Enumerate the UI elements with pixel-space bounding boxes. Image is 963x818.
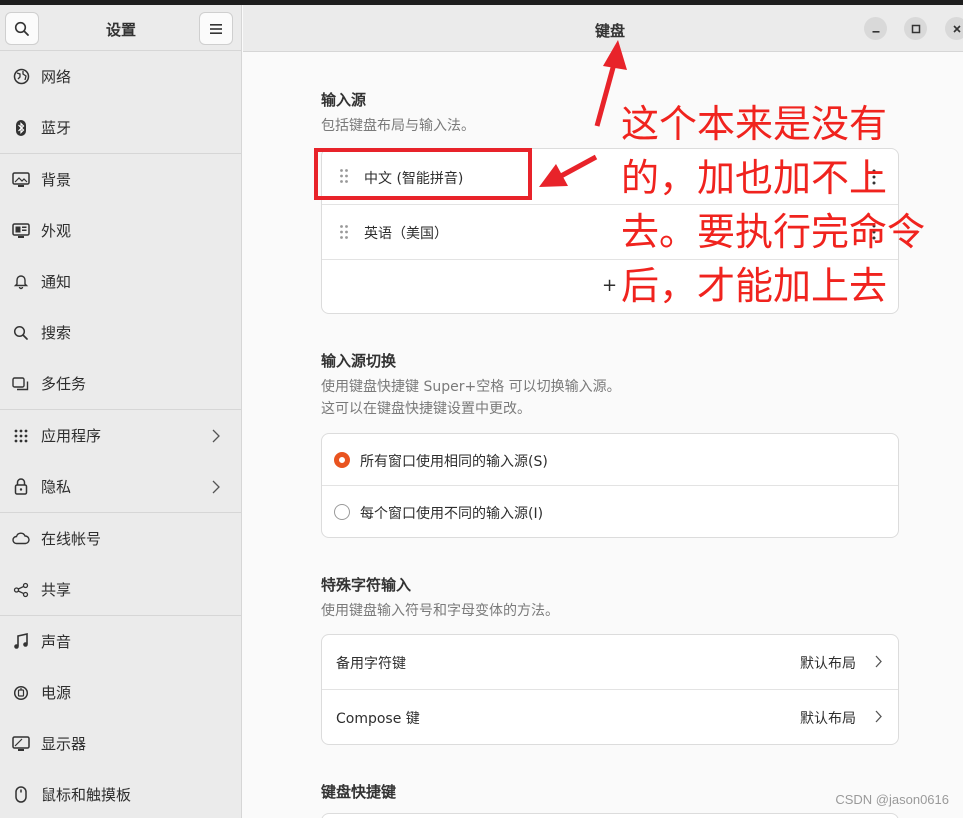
input-source-label: 英语（美国） (364, 226, 448, 242)
watermark: CSDN @jason0616 (835, 792, 949, 807)
sidebar-item-displays[interactable]: 显示器 (0, 718, 241, 769)
row-label: 备用字符键 (336, 656, 406, 672)
close-button[interactable] (945, 17, 963, 40)
sidebar-item-label: 声音 (41, 633, 72, 651)
sidebar-item-search[interactable]: 搜索 (0, 307, 241, 358)
sidebar-item-label: 共享 (41, 581, 72, 599)
display-icon (12, 735, 30, 753)
sidebar-item-multitasking[interactable]: 多任务 (0, 358, 241, 409)
chevron-right-icon (212, 429, 220, 442)
sidebar-item-label: 通知 (41, 273, 72, 291)
sidebar-item-online-accounts[interactable]: 在线帐号 (0, 513, 241, 564)
radio-button-selected[interactable] (334, 452, 350, 468)
input-sources-desc: 包括键盘布局与输入法。 (321, 118, 475, 134)
network-icon (12, 68, 30, 86)
appearance-icon (12, 222, 30, 240)
sidebar-item-label: 电源 (41, 684, 72, 702)
input-sources-title: 输入源 (321, 91, 367, 109)
sidebar-item-label: 搜索 (41, 324, 72, 342)
row-value: 默认布局 (800, 656, 856, 672)
switching-desc-line1: 使用键盘快捷键 Super+空格 可以切换输入源。 (321, 379, 621, 395)
radio-label: 所有窗口使用相同的输入源(S) (360, 454, 548, 470)
sidebar-item-background[interactable]: 背景 (0, 154, 241, 205)
special-chars-list: 备用字符键 默认布局 Compose 键 默认布局 (321, 634, 899, 745)
sidebar-item-label: 显示器 (41, 735, 87, 753)
apps-grid-icon (12, 427, 30, 445)
sidebar-item-label: 背景 (41, 171, 72, 189)
sidebar-item-notifications[interactable]: 通知 (0, 256, 241, 307)
special-chars-title: 特殊字符输入 (321, 576, 412, 594)
alternate-chars-key-row[interactable]: 备用字符键 默认布局 (322, 635, 898, 690)
drag-handle-icon[interactable] (339, 224, 349, 240)
maximize-button[interactable] (904, 17, 927, 40)
sidebar: 设置 网络 蓝牙 背景 外观 通知 搜索 多任务 应用程序 隐私 在线帐号 共享… (0, 5, 242, 818)
music-note-icon (12, 633, 30, 651)
sidebar-item-label: 在线帐号 (41, 530, 102, 548)
close-icon (952, 24, 961, 33)
sidebar-list: 网络 蓝牙 背景 外观 通知 搜索 多任务 应用程序 隐私 在线帐号 共享 声音… (0, 51, 241, 818)
row-value: 默认布局 (800, 711, 856, 727)
sidebar-item-label: 应用程序 (41, 427, 102, 445)
hamburger-icon (210, 23, 222, 34)
radio-row-per-window[interactable]: 每个窗口使用不同的输入源(I) (322, 486, 898, 537)
sidebar-item-sharing[interactable]: 共享 (0, 564, 241, 615)
switching-desc-line2: 这可以在键盘快捷键设置中更改。 (321, 401, 531, 417)
radio-label: 每个窗口使用不同的输入源(I) (360, 506, 544, 522)
shortcuts-card (321, 813, 899, 818)
multitask-icon (12, 375, 30, 393)
sidebar-item-label: 蓝牙 (41, 119, 72, 137)
chevron-right-icon (875, 655, 882, 668)
sidebar-item-sound[interactable]: 声音 (0, 616, 241, 667)
main-header: 键盘 (243, 5, 963, 52)
sidebar-item-applications[interactable]: 应用程序 (0, 410, 241, 461)
share-icon (12, 581, 30, 599)
switching-options: 所有窗口使用相同的输入源(S) 每个窗口使用不同的输入源(I) (321, 433, 899, 538)
bell-icon (12, 273, 30, 291)
shortcuts-title: 键盘快捷键 (321, 783, 397, 801)
row-label: Compose 键 (336, 711, 420, 727)
sidebar-item-label: 隐私 (41, 478, 72, 496)
sidebar-item-power[interactable]: 电源 (0, 667, 241, 718)
power-icon (12, 684, 30, 702)
sidebar-item-label: 网络 (41, 68, 72, 86)
sidebar-header: 设置 (0, 5, 241, 51)
maximize-icon (911, 24, 920, 33)
annotation-text: 这个本来是没有的，加也加不上去。要执行完命令后，才能加上去 (621, 102, 926, 308)
bluetooth-icon (12, 119, 30, 137)
compose-key-row[interactable]: Compose 键 默认布局 (322, 690, 898, 744)
mouse-icon (12, 786, 30, 804)
chevron-right-icon (212, 480, 220, 493)
sidebar-item-label: 鼠标和触摸板 (41, 786, 132, 804)
sidebar-item-label: 多任务 (41, 375, 87, 393)
sidebar-item-label: 外观 (41, 222, 72, 240)
add-icon: + (602, 275, 618, 296)
sidebar-item-bluetooth[interactable]: 蓝牙 (0, 102, 241, 153)
main-menu-button[interactable] (199, 12, 233, 45)
cloud-icon (12, 530, 30, 548)
minimize-button[interactable] (864, 17, 887, 40)
sidebar-item-network[interactable]: 网络 (0, 51, 241, 102)
sidebar-item-mouse-touchpad[interactable]: 鼠标和触摸板 (0, 769, 241, 818)
radio-row-same-source[interactable]: 所有窗口使用相同的输入源(S) (322, 434, 898, 486)
switching-title: 输入源切换 (321, 352, 397, 370)
sidebar-item-privacy[interactable]: 隐私 (0, 461, 241, 512)
radio-button[interactable] (334, 504, 350, 520)
minimize-icon (872, 30, 879, 33)
search-icon (12, 324, 30, 342)
background-icon (12, 171, 30, 189)
annotation-highlight-box (314, 148, 532, 200)
lock-icon (12, 478, 30, 496)
chevron-right-icon (875, 710, 882, 723)
page-title: 键盘 (594, 22, 625, 40)
sidebar-item-appearance[interactable]: 外观 (0, 205, 241, 256)
special-chars-desc: 使用键盘输入符号和字母变体的方法。 (321, 603, 559, 619)
